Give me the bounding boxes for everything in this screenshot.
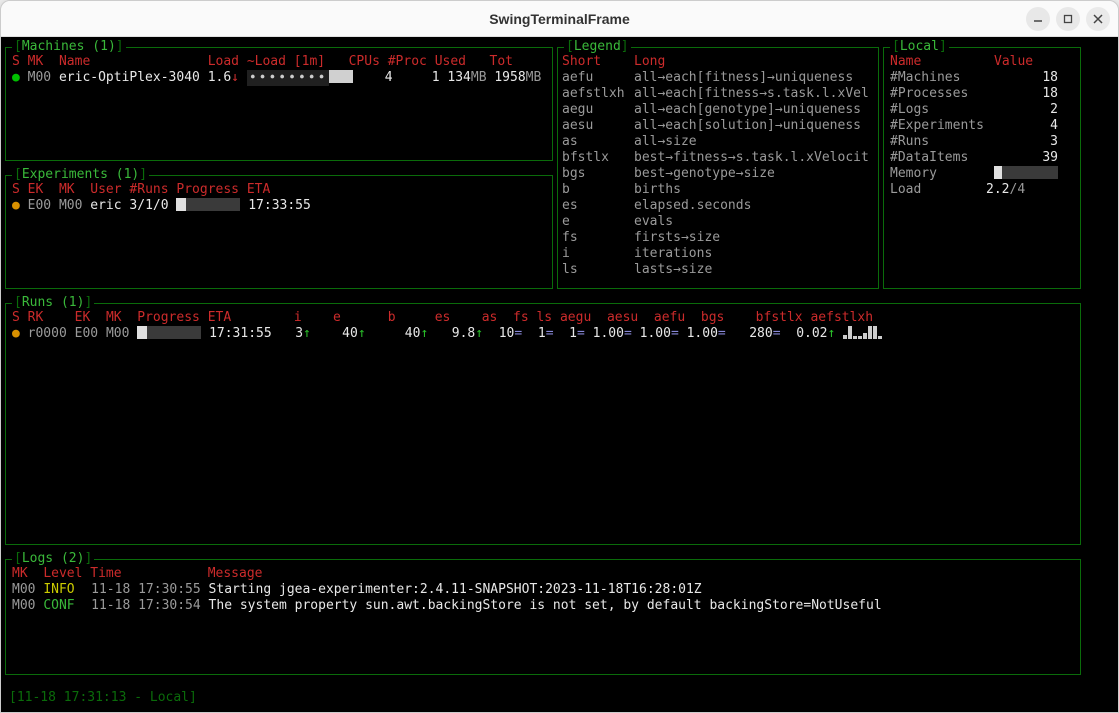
legend-row: asall→size (562, 134, 874, 150)
status-dot-icon: ● (12, 326, 20, 342)
logs-panel: [Logs (2)] MK Level Time Message M00 INF… (5, 559, 1081, 675)
minimize-button[interactable] (1026, 7, 1050, 31)
legend-row: aefstlxhall→each[fitness→s.task.l.xVel (562, 86, 874, 102)
legend-panel: [Legend] ShortLong aefuall→each[fitness]… (557, 47, 879, 289)
window-title: SwingTerminalFrame (489, 11, 630, 27)
sparkline (843, 326, 882, 339)
experiments-title: [Experiments (1)] (12, 167, 149, 183)
app-window: SwingTerminalFrame [Machines (1)] S MK N… (0, 0, 1119, 713)
experiment-row: ● E00 M00 eric 3/1/0 17:33:55 (12, 198, 546, 214)
title-bar[interactable]: SwingTerminalFrame (1, 1, 1118, 37)
local-row: #Processes18 (890, 86, 1074, 102)
window-buttons (1026, 7, 1110, 31)
local-panel: [Local] NameValue #Machines18#Processes1… (883, 47, 1081, 289)
legend-row: bfstlxbest→fitness→s.task.l.xVelocit (562, 150, 874, 166)
local-row: #Machines18 (890, 70, 1074, 86)
legend-row: bbirths (562, 182, 874, 198)
machines-header: S MK Name Load ~Load [1m] CPUs #Proc Use… (12, 54, 546, 70)
local-row: #DataItems39 (890, 150, 1074, 166)
local-row: #Logs2 (890, 102, 1074, 118)
machine-row: ● M00 eric-OptiPlex-3040 1.6↓ ∙∙∙∙∙∙∙∙ 4… (12, 70, 546, 86)
machines-panel: [Machines (1)] S MK Name Load ~Load [1m]… (5, 47, 553, 161)
legend-row: eevals (562, 214, 874, 230)
terminal: [Machines (1)] S MK Name Load ~Load [1m]… (1, 37, 1118, 712)
local-memory-row: Memory (890, 166, 1074, 182)
memory-bar (994, 166, 1058, 179)
runs-header: S RK EK MK Progress ETA i e b es as fs l… (12, 310, 1074, 326)
runs-title: [Runs (1)] (12, 295, 94, 311)
maximize-button[interactable] (1056, 7, 1080, 31)
legend-row: lslasts→size (562, 262, 874, 278)
status-dot-icon: ● (12, 198, 20, 214)
progress-bar (176, 198, 240, 211)
local-row: #Runs3 (890, 134, 1074, 150)
local-title: [Local] (890, 39, 949, 55)
close-button[interactable] (1086, 7, 1110, 31)
status-line: [11-18 17:31:13 - Local] (9, 690, 197, 706)
legend-row: fsfirsts→size (562, 230, 874, 246)
runs-panel: [Runs (1)] S RK EK MK Progress ETA i e b… (5, 303, 1081, 545)
local-load-row: Load2.2/4 (890, 182, 1074, 198)
logs-title: [Logs (2)] (12, 551, 94, 567)
load-sparkline: ∙∙∙∙∙∙∙∙ (247, 70, 330, 86)
local-row: #Experiments4 (890, 118, 1074, 134)
legend-row: aeguall→each[genotype]→uniqueness (562, 102, 874, 118)
legend-header: ShortLong (562, 54, 874, 70)
legend-title: [Legend] (564, 39, 631, 55)
logs-header: MK Level Time Message (12, 566, 1074, 582)
legend-row: aesuall→each[solution]→uniqueness (562, 118, 874, 134)
local-header: NameValue (890, 54, 1074, 70)
log-row: M00 INFO 11-18 17:30:55 Starting jgea-ex… (12, 582, 1074, 598)
status-dot-icon: ● (12, 70, 20, 86)
machines-title: [Machines (1)] (12, 39, 126, 55)
progress-bar (137, 326, 201, 339)
legend-row: bgsbest→genotype→size (562, 166, 874, 182)
legend-row: eselapsed.seconds (562, 198, 874, 214)
experiments-header: S EK MK User #Runs Progress ETA (12, 182, 546, 198)
legend-row: iiterations (562, 246, 874, 262)
log-row: M00 CONF 11-18 17:30:54 The system prope… (12, 598, 1074, 614)
legend-row: aefuall→each[fitness]→uniqueness (562, 70, 874, 86)
run-row: ● r0000 E00 M00 17:31:55 3↑ 40↑ 40↑ 9.8↑… (12, 326, 1074, 342)
experiments-panel: [Experiments (1)] S EK MK User #Runs Pro… (5, 175, 553, 289)
